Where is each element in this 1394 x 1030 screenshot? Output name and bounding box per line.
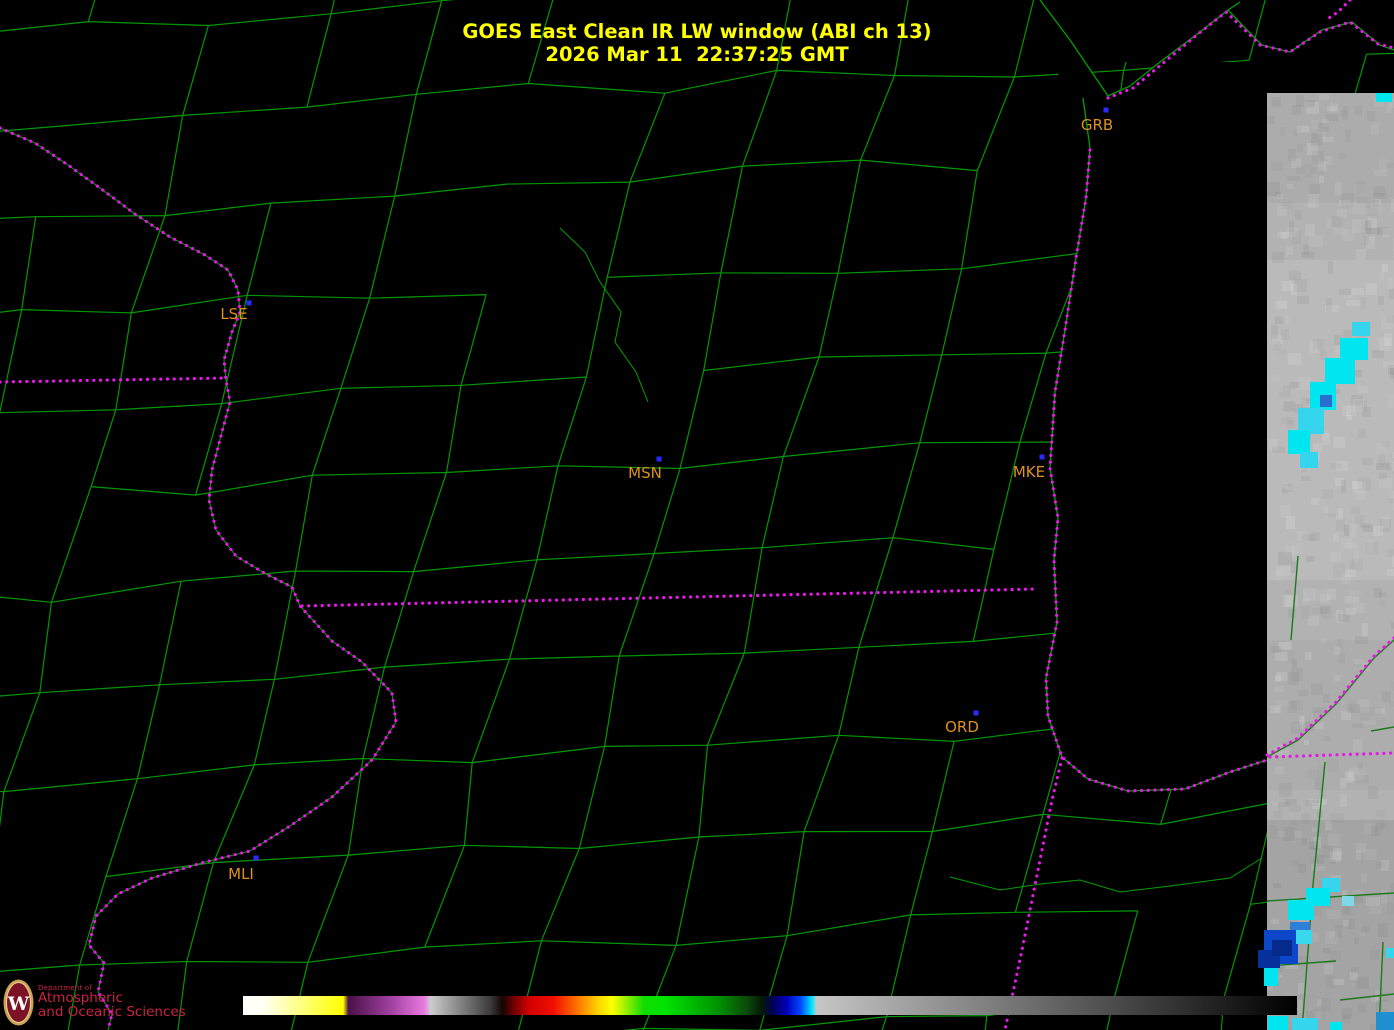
station-label-MSN: MSN — [628, 464, 662, 482]
satellite-viewer: GRB LSE MSN MKE ORD MLI GOES East Clean IR LW… — [0, 0, 1394, 1030]
image-title: GOES East Clean IR LW window (ABI ch 13)… — [0, 20, 1394, 66]
map-background — [0, 0, 1394, 1030]
title-line-2: 2026 Mar 11 22:37:25 GMT — [545, 43, 849, 66]
station-marker-MLI — [253, 855, 259, 861]
uw-aos-logo: W Department of Atmospheric and Oceanic … — [3, 979, 186, 1026]
cloud-deck — [1258, 93, 1394, 1030]
station-label-MKE: MKE — [1013, 463, 1045, 481]
station-marker-GRB — [1103, 107, 1109, 113]
logo-name-line2: and Oceanic Sciences — [38, 1003, 186, 1020]
station-label-GRB: GRB — [1081, 116, 1113, 134]
uw-crest-icon: W — [3, 979, 34, 1026]
station-marker-MKE — [1039, 454, 1045, 460]
station-label-ORD: ORD — [945, 718, 979, 736]
ir-enhancement-colorbar — [243, 996, 1297, 1015]
station-marker-MSN — [656, 456, 662, 462]
station-label-LSE: LSE — [220, 305, 247, 323]
satellite-map-canvas: GRB LSE MSN MKE ORD MLI — [0, 0, 1394, 1030]
station-label-MLI: MLI — [228, 865, 254, 883]
svg-text:W: W — [7, 993, 30, 1015]
station-marker-ORD — [973, 710, 979, 716]
title-line-1: GOES East Clean IR LW window (ABI ch 13) — [462, 20, 932, 43]
